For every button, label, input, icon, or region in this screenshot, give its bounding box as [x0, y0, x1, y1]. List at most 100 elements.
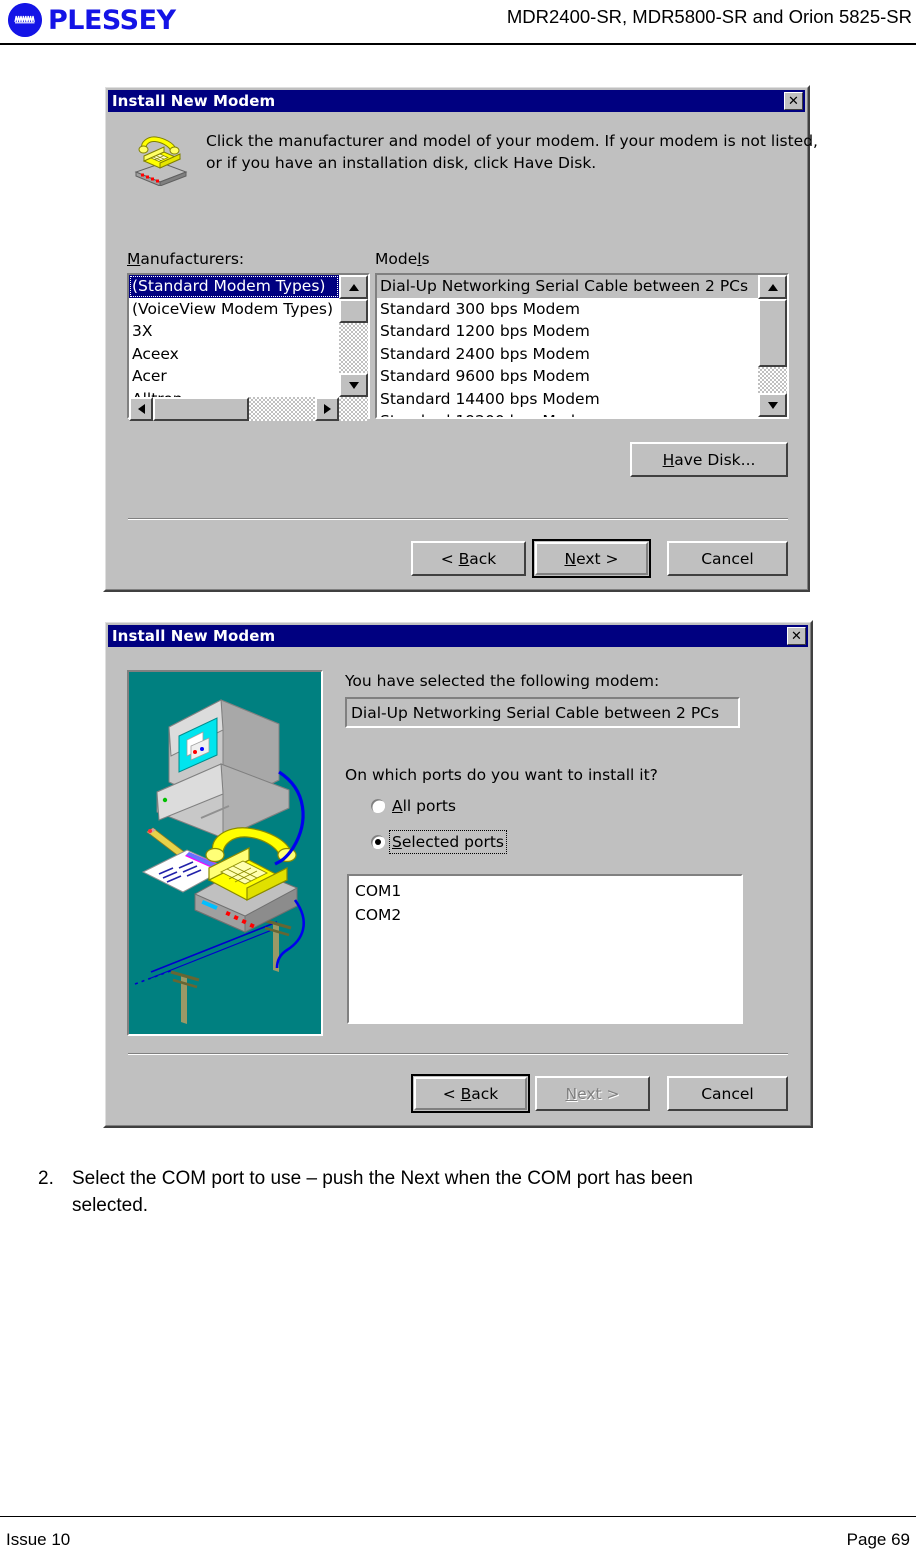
- modem-icon: [130, 130, 192, 190]
- modem-connection-illustration: [127, 670, 323, 1036]
- close-icon[interactable]: ✕: [787, 627, 806, 645]
- manufacturers-list[interactable]: (Standard Modem Types) (VoiceView Modem …: [129, 275, 339, 397]
- chevron-right-icon: [323, 404, 331, 414]
- radio-selected-rest: elected ports: [401, 833, 504, 851]
- scroll-down-button[interactable]: [339, 373, 368, 397]
- list-item[interactable]: COM1: [349, 879, 741, 903]
- list-item[interactable]: Standard 9600 bps Modem: [377, 365, 758, 388]
- chevron-down-icon: [348, 381, 359, 389]
- scroll-up-button[interactable]: [339, 275, 368, 299]
- radio-all-ports[interactable]: All ports: [371, 797, 456, 815]
- back-button[interactable]: < Back: [411, 1074, 530, 1113]
- dialog1-instruction-line2: or if you have an installation disk, cli…: [206, 154, 597, 172]
- dialog2-title: Install New Modem: [112, 627, 276, 645]
- selected-modem-label: You have selected the following modem:: [345, 672, 660, 690]
- dialog1-instruction-line1: Click the manufacturer and model of your…: [206, 132, 818, 150]
- radio-all-rest: ll ports: [402, 797, 456, 815]
- footer-page: Page 69: [846, 1530, 910, 1549]
- radio-selected-ports[interactable]: Selected ports: [371, 830, 507, 854]
- cancel-label: Cancel: [701, 549, 754, 568]
- vscroll-thumb[interactable]: [758, 299, 787, 367]
- back-button[interactable]: < Back: [411, 541, 526, 576]
- install-new-modem-dialog-1[interactable]: Install New Modem ✕ Click the manufactur…: [103, 85, 818, 592]
- next-rest: ext >: [577, 1084, 620, 1103]
- next-button[interactable]: Next >: [532, 539, 651, 578]
- manufacturers-label-rest: anufacturers:: [140, 250, 245, 268]
- have-disk-button[interactable]: Have Disk...: [630, 442, 788, 477]
- cancel-button[interactable]: Cancel: [667, 1076, 788, 1111]
- dialog1-titlebar[interactable]: Install New Modem ✕: [108, 90, 805, 112]
- list-item[interactable]: Dial-Up Networking Serial Cable between …: [377, 275, 758, 298]
- list-item[interactable]: Standard 1200 bps Modem: [377, 320, 758, 343]
- hscroll-thumb[interactable]: [153, 397, 249, 421]
- radio-selected-accel: S: [392, 833, 402, 851]
- list-item[interactable]: Standard 300 bps Modem: [377, 298, 758, 321]
- back-rest: ack: [469, 549, 497, 568]
- radio-selected-ports-indicator[interactable]: [371, 835, 385, 849]
- list-item[interactable]: Standard 14400 bps Modem: [377, 388, 758, 411]
- models-list[interactable]: Dial-Up Networking Serial Cable between …: [377, 275, 758, 417]
- manufacturers-listbox-group[interactable]: (Standard Modem Types) (VoiceView Modem …: [127, 273, 370, 421]
- cancel-button[interactable]: Cancel: [667, 541, 788, 576]
- next-accel: N: [565, 1084, 578, 1103]
- page-header: PLESSEY MDR2400-SR, MDR5800-SR and Orion…: [0, 0, 916, 45]
- list-item[interactable]: Standard 19200 bps Modem: [377, 410, 758, 417]
- plessey-logo: PLESSEY: [8, 3, 176, 37]
- manufacturers-hscrollbar[interactable]: [129, 397, 368, 421]
- install-new-modem-dialog-2[interactable]: Install New Modem ✕ You have selected th…: [103, 620, 813, 1128]
- have-disk-accel: H: [662, 450, 675, 469]
- models-label-pre: Mode: [375, 250, 418, 268]
- next-accel: N: [564, 549, 577, 568]
- back-accel: B: [460, 1084, 472, 1103]
- document-header-title: MDR2400-SR, MDR5800-SR and Orion 5825-SR: [506, 6, 912, 27]
- back-pre: <: [442, 1084, 461, 1103]
- ports-listbox[interactable]: COM1 COM2: [347, 874, 743, 1024]
- list-item[interactable]: Aceex: [129, 343, 339, 366]
- list-item[interactable]: Acer: [129, 365, 339, 388]
- footer-divider: [0, 1516, 916, 1517]
- vscroll-thumb[interactable]: [339, 299, 368, 323]
- radio-all-ports-indicator[interactable]: [371, 799, 385, 813]
- have-disk-rest: ave Disk...: [674, 450, 756, 469]
- selected-modem-field: Dial-Up Networking Serial Cable between …: [345, 697, 740, 728]
- cancel-label: Cancel: [701, 1084, 754, 1103]
- list-item[interactable]: (VoiceView Modem Types): [129, 298, 339, 321]
- dialog2-separator: [128, 1053, 788, 1055]
- step-number: 2.: [38, 1168, 54, 1189]
- plessey-logo-text: PLESSEY: [48, 4, 176, 36]
- radio-all-accel: A: [392, 797, 403, 815]
- close-icon[interactable]: ✕: [784, 92, 803, 110]
- dialog2-titlebar[interactable]: Install New Modem ✕: [108, 625, 808, 647]
- next-button: Next >: [535, 1076, 650, 1111]
- list-item[interactable]: 3X: [129, 320, 339, 343]
- chevron-down-icon: [767, 401, 778, 409]
- footer-issue: Issue 10: [6, 1530, 71, 1549]
- models-label-rest: s: [421, 250, 430, 268]
- list-item[interactable]: Alltron: [129, 388, 339, 398]
- scroll-left-button[interactable]: [129, 397, 153, 421]
- scroll-down-button[interactable]: [758, 393, 787, 417]
- models-listbox-group[interactable]: Dial-Up Networking Serial Cable between …: [375, 273, 789, 419]
- radio-all-ports-label[interactable]: All ports: [392, 797, 456, 815]
- scroll-right-button[interactable]: [315, 397, 339, 421]
- manufacturers-vscrollbar[interactable]: [339, 275, 368, 397]
- next-rest: ext >: [576, 549, 619, 568]
- list-item[interactable]: COM2: [349, 903, 741, 927]
- models-label: Models: [375, 250, 430, 268]
- radio-selected-dot: [375, 839, 381, 845]
- back-accel: B: [458, 549, 470, 568]
- back-rest: ack: [471, 1084, 499, 1103]
- manufacturers-label-accel: M: [127, 250, 141, 268]
- list-item[interactable]: Standard 2400 bps Modem: [377, 343, 758, 366]
- models-vscrollbar[interactable]: [758, 275, 787, 417]
- radio-selected-ports-label[interactable]: Selected ports: [389, 830, 507, 854]
- manufacturers-label: Manufacturers:: [127, 250, 244, 268]
- scroll-up-button[interactable]: [758, 275, 787, 299]
- step-text-line2: selected.: [72, 1195, 149, 1216]
- chevron-up-icon: [767, 283, 778, 291]
- step-text-line1: Select the COM port to use – push the Ne…: [72, 1168, 693, 1189]
- ports-question-label: On which ports do you want to install it…: [345, 766, 658, 784]
- dialog1-separator: [128, 518, 788, 520]
- back-pre: <: [440, 549, 459, 568]
- list-item[interactable]: (Standard Modem Types): [129, 275, 339, 298]
